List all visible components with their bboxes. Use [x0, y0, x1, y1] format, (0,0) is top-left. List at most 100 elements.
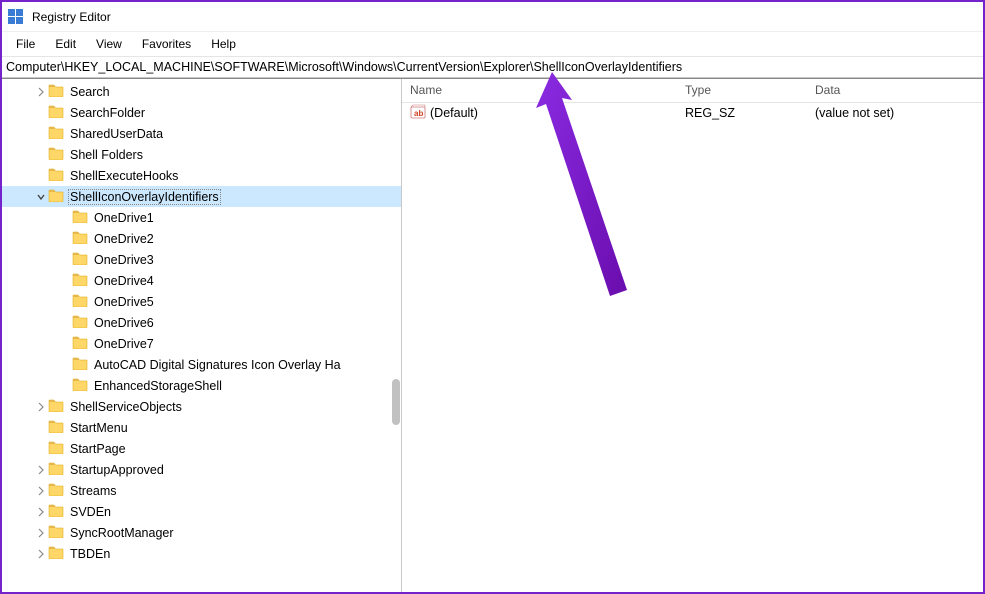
- menu-edit[interactable]: Edit: [45, 34, 86, 54]
- value-name: (Default): [430, 106, 478, 120]
- tree-item-search[interactable]: Search: [2, 81, 401, 102]
- tree-item-startupapproved[interactable]: StartupApproved: [2, 459, 401, 480]
- folder-icon: [48, 398, 68, 415]
- tree-expander-icon: [58, 211, 72, 225]
- tree-item-tbden[interactable]: TBDEn: [2, 543, 401, 564]
- tree-expander-icon[interactable]: [34, 400, 48, 414]
- tree-expander-icon: [34, 127, 48, 141]
- list-header: Name Type Data: [402, 79, 983, 103]
- tree-expander-icon: [58, 358, 72, 372]
- tree-expander-icon[interactable]: [34, 526, 48, 540]
- tree-expander-icon[interactable]: [34, 463, 48, 477]
- tree-expander-icon[interactable]: [34, 547, 48, 561]
- folder-icon: [72, 377, 92, 394]
- tree-item-enhancedstorageshell[interactable]: EnhancedStorageShell: [2, 375, 401, 396]
- folder-icon: [72, 335, 92, 352]
- folder-icon: [72, 293, 92, 310]
- folder-icon: [48, 482, 68, 499]
- folder-icon: [48, 167, 68, 184]
- value-name-cell: (Default): [402, 103, 677, 124]
- tree-expander-icon: [58, 295, 72, 309]
- folder-icon: [72, 230, 92, 247]
- value-type: REG_SZ: [677, 105, 807, 121]
- folder-icon: [72, 209, 92, 226]
- tree-item-startpage[interactable]: StartPage: [2, 438, 401, 459]
- tree-expander-icon: [58, 316, 72, 330]
- tree-expander-icon: [34, 169, 48, 183]
- tree-item-label: OneDrive5: [92, 295, 156, 309]
- tree-item-searchfolder[interactable]: SearchFolder: [2, 102, 401, 123]
- addressbar-path: Computer\HKEY_LOCAL_MACHINE\SOFTWARE\Mic…: [6, 60, 682, 74]
- tree-item-label: OneDrive3: [92, 253, 156, 267]
- column-header-name[interactable]: Name: [402, 79, 677, 102]
- tree-expander-icon: [34, 421, 48, 435]
- tree-item-svden[interactable]: SVDEn: [2, 501, 401, 522]
- tree-item-label: SharedUserData: [68, 127, 165, 141]
- menu-favorites[interactable]: Favorites: [132, 34, 201, 54]
- folder-icon: [48, 545, 68, 562]
- menu-help[interactable]: Help: [201, 34, 246, 54]
- tree-item-label: OneDrive2: [92, 232, 156, 246]
- tree-expander-icon: [58, 274, 72, 288]
- tree-expander-icon[interactable]: [34, 484, 48, 498]
- value-data: (value not set): [807, 105, 983, 121]
- column-header-data[interactable]: Data: [807, 79, 983, 102]
- value-row[interactable]: (Default) REG_SZ(value not set): [402, 103, 983, 123]
- window-title: Registry Editor: [32, 10, 111, 24]
- tree-expander-icon: [58, 253, 72, 267]
- tree-expander-icon: [34, 442, 48, 456]
- tree-item-label: StartPage: [68, 442, 128, 456]
- list-pane[interactable]: Name Type Data (Default) REG_SZ(value not…: [402, 79, 983, 592]
- folder-icon: [48, 503, 68, 520]
- tree-item-autocad-digital-signatures-icon-overlay-ha[interactable]: AutoCAD Digital Signatures Icon Overlay …: [2, 354, 401, 375]
- tree-item-label: ShellServiceObjects: [68, 400, 184, 414]
- tree-expander-icon[interactable]: [34, 190, 48, 204]
- folder-icon: [48, 440, 68, 457]
- tree-item-onedrive3[interactable]: OneDrive3: [2, 249, 401, 270]
- folder-icon: [48, 83, 68, 100]
- tree-item-label: ShellExecuteHooks: [68, 169, 180, 183]
- tree-item-label: OneDrive1: [92, 211, 156, 225]
- registry-tree: Search SearchFolder SharedUserData Shell Fo…: [2, 79, 401, 566]
- tree-item-label: OneDrive6: [92, 316, 156, 330]
- tree-item-shareduserdata[interactable]: SharedUserData: [2, 123, 401, 144]
- tree-item-onedrive2[interactable]: OneDrive2: [2, 228, 401, 249]
- tree-item-shellexecutehooks[interactable]: ShellExecuteHooks: [2, 165, 401, 186]
- tree-expander-icon[interactable]: [34, 85, 48, 99]
- tree-expander-icon[interactable]: [34, 505, 48, 519]
- tree-item-label: StartupApproved: [68, 463, 166, 477]
- column-header-type[interactable]: Type: [677, 79, 807, 102]
- tree-item-label: StartMenu: [68, 421, 130, 435]
- tree-item-shell-folders[interactable]: Shell Folders: [2, 144, 401, 165]
- tree-item-syncrootmanager[interactable]: SyncRootManager: [2, 522, 401, 543]
- menu-view[interactable]: View: [86, 34, 132, 54]
- addressbar[interactable]: Computer\HKEY_LOCAL_MACHINE\SOFTWARE\Mic…: [2, 56, 983, 78]
- scrollbar-thumb[interactable]: [392, 379, 400, 425]
- tree-item-shelliconoverlayidentifiers[interactable]: ShellIconOverlayIdentifiers: [2, 186, 401, 207]
- tree-item-onedrive5[interactable]: OneDrive5: [2, 291, 401, 312]
- tree-item-onedrive7[interactable]: OneDrive7: [2, 333, 401, 354]
- regedit-app-icon: [8, 9, 24, 25]
- menu-file[interactable]: File: [6, 34, 45, 54]
- tree-item-onedrive4[interactable]: OneDrive4: [2, 270, 401, 291]
- tree-expander-icon: [34, 148, 48, 162]
- tree-item-onedrive6[interactable]: OneDrive6: [2, 312, 401, 333]
- string-value-icon: [410, 104, 430, 123]
- folder-icon: [48, 419, 68, 436]
- tree-expander-icon: [58, 337, 72, 351]
- tree-item-label: SVDEn: [68, 505, 113, 519]
- tree-item-onedrive1[interactable]: OneDrive1: [2, 207, 401, 228]
- tree-item-shellserviceobjects[interactable]: ShellServiceObjects: [2, 396, 401, 417]
- folder-icon: [72, 251, 92, 268]
- titlebar: Registry Editor: [2, 2, 983, 32]
- tree-expander-icon: [58, 379, 72, 393]
- tree-item-label: TBDEn: [68, 547, 112, 561]
- tree-item-label: Search: [68, 85, 112, 99]
- tree-item-startmenu[interactable]: StartMenu: [2, 417, 401, 438]
- tree-pane[interactable]: Search SearchFolder SharedUserData Shell Fo…: [2, 79, 402, 592]
- tree-expander-icon: [58, 232, 72, 246]
- folder-icon: [72, 272, 92, 289]
- folder-icon: [48, 188, 68, 205]
- menubar: File Edit View Favorites Help: [2, 32, 983, 56]
- tree-item-streams[interactable]: Streams: [2, 480, 401, 501]
